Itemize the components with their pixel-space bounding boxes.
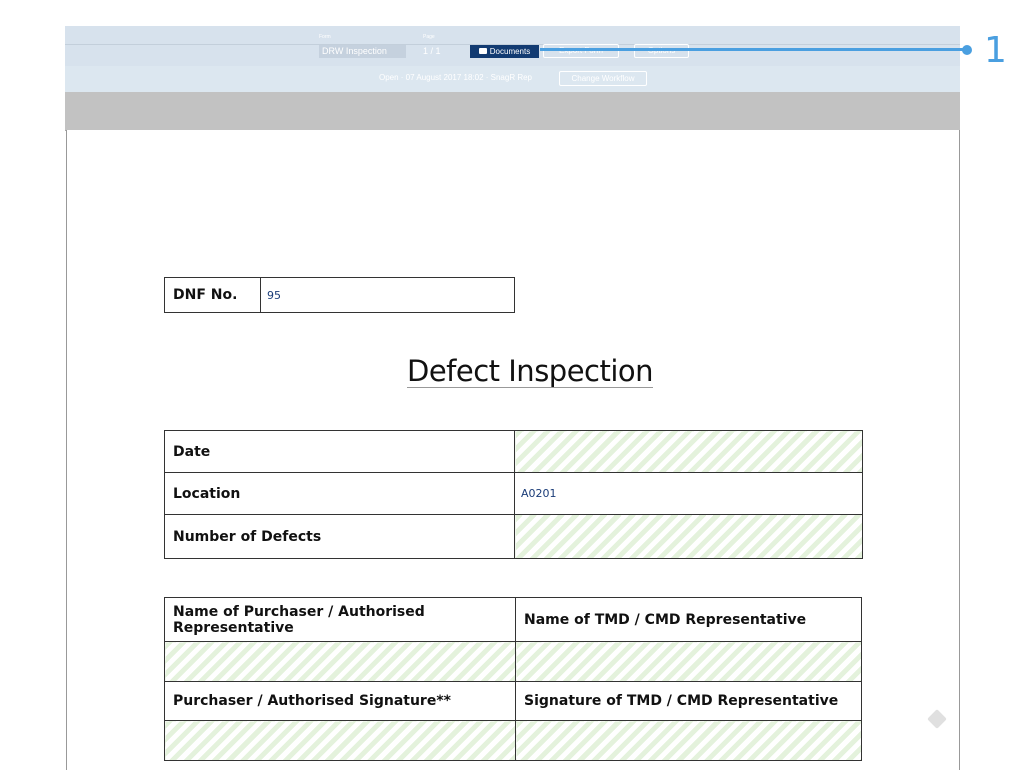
form-toolbar: Form Page DRW Inspection 1 / 1 Documents… [65,26,960,66]
form-label: Form [319,34,331,40]
date-field[interactable] [514,430,863,473]
location-field[interactable]: A0201 [514,472,863,515]
tmd-signature-field[interactable] [515,720,862,761]
page-indicator: 1 / 1 [423,46,441,56]
page-label: Page [423,34,435,40]
callout-dot [962,45,972,55]
status-text: Open · 07 August 2017 18:02 · SnagR Rep [379,73,532,82]
purchaser-name-header: Name of Purchaser / Authorised Represent… [164,597,516,642]
representatives-table: Name of Purchaser / Authorised Represent… [164,597,862,761]
dnf-label: DNF No. [164,277,261,313]
page-title: Defect Inspection [407,354,654,388]
dnf-value[interactable]: 95 [260,277,515,313]
callout-line [540,48,968,51]
inspection-info-table: Date Location A0201 Number of Defects [164,430,863,559]
documents-button-label: Documents [489,47,531,56]
change-workflow-button[interactable]: Change Workflow [559,71,647,86]
status-bar: Open · 07 August 2017 18:02 · SnagR Rep … [65,66,960,92]
form-name-field[interactable]: DRW Inspection [319,45,406,58]
purchaser-signature-header: Purchaser / Authorised Signature** [164,681,516,721]
purchaser-name-field[interactable] [164,641,516,682]
callout-number: 1 [984,30,1007,71]
document-header-bar [65,92,960,131]
tmd-name-header: Name of TMD / CMD Representative [515,597,862,642]
options-button[interactable]: Options [634,44,689,58]
defects-count-label: Number of Defects [164,514,515,559]
documents-button[interactable]: Documents [470,45,539,58]
export-button[interactable]: Export Form [543,44,619,58]
date-label: Date [164,430,515,473]
location-label: Location [164,472,515,515]
tmd-name-field[interactable] [515,641,862,682]
tmd-signature-header: Signature of TMD / CMD Representative [515,681,862,721]
dnf-table: DNF No. 95 [164,277,515,313]
folder-icon [478,48,487,54]
defects-count-field[interactable] [514,514,863,559]
purchaser-signature-field[interactable] [164,720,516,761]
